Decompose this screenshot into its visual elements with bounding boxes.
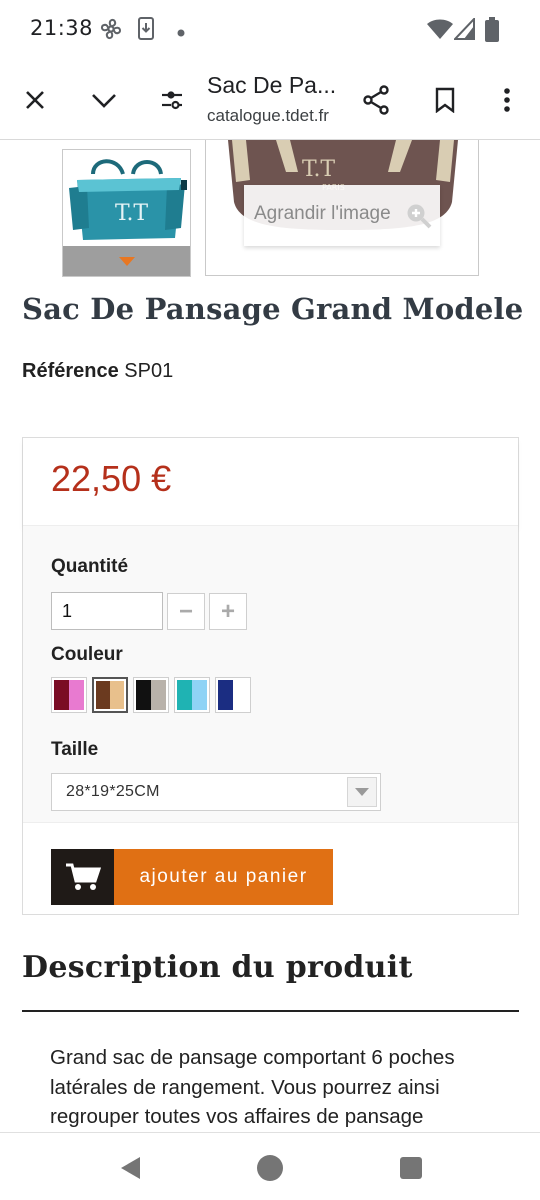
home-circle-icon: [257, 1155, 283, 1181]
reference-label: Référence: [22, 360, 119, 382]
add-to-cart-button[interactable]: ajouter au panier: [51, 849, 333, 905]
battery-icon: [484, 17, 500, 48]
minus-icon: −: [178, 597, 193, 625]
recents-button[interactable]: [396, 1153, 426, 1183]
share-icon: [363, 85, 389, 115]
size-label: Taille: [51, 739, 99, 760]
quantity-decrease-button[interactable]: −: [167, 593, 205, 630]
bookmark-icon: [435, 87, 455, 113]
swatch-color-left: [177, 680, 192, 710]
reference-value: SP01: [124, 360, 174, 382]
minimize-button[interactable]: [84, 80, 124, 120]
swatch-color-left: [218, 680, 233, 710]
plus-icon: +: [220, 597, 235, 625]
swatch-color-left: [54, 680, 69, 710]
color-swatch[interactable]: [51, 677, 87, 713]
description-title: Description du produit: [22, 950, 413, 985]
download-icon: [136, 16, 156, 47]
thumbnail-bag-image: T.T: [63, 150, 190, 248]
page-url: catalogue.tdet.fr: [207, 106, 329, 125]
quantity-increase-button[interactable]: +: [209, 593, 247, 630]
color-swatch[interactable]: [133, 677, 169, 713]
color-swatch[interactable]: [92, 677, 128, 713]
product-title: Sac De Pansage Grand Modele: [22, 292, 524, 326]
chevron-down-icon: [355, 788, 369, 796]
zoom-label: Agrandir l'image: [254, 203, 391, 224]
browser-toolbar: Sac De Pa... catalogue.tdet.fr: [0, 60, 540, 140]
zoom-image-button[interactable]: Agrandir l'image: [244, 185, 440, 246]
home-button[interactable]: [255, 1153, 285, 1183]
status-bar: 21:38: [0, 0, 540, 60]
close-icon: [26, 91, 44, 109]
shopping-cart-icon: [65, 863, 101, 890]
zoom-in-icon: [406, 203, 432, 234]
wifi-icon: [426, 18, 454, 45]
description-text: Grand sac de pansage comportant 6 poches…: [50, 1046, 455, 1128]
recents-square-icon: [400, 1157, 422, 1179]
select-dropdown-button[interactable]: [347, 777, 377, 807]
swatch-color-right: [192, 680, 207, 710]
quantity-input[interactable]: 1: [51, 592, 163, 630]
color-swatch[interactable]: [215, 677, 251, 713]
more-vert-icon: [504, 88, 510, 112]
fan-icon: [98, 16, 124, 47]
signal-icon: [452, 16, 476, 45]
swatch-color-right: [233, 680, 248, 710]
svg-text:T.T: T.T: [302, 157, 335, 182]
color-label: Couleur: [51, 644, 123, 665]
product-price: 22,50 €: [51, 458, 172, 499]
close-tab-button[interactable]: [15, 80, 55, 120]
size-select-value: 28*19*25CM: [66, 783, 160, 800]
description-divider: [22, 1010, 519, 1012]
swatch-color-right: [69, 680, 84, 710]
page-title: Sac De Pa...: [207, 72, 337, 98]
size-select[interactable]: 28*19*25CM: [51, 773, 381, 811]
swatch-color-right: [110, 681, 124, 709]
price-area: 22,50 €: [23, 438, 518, 526]
site-settings-button[interactable]: [152, 80, 192, 120]
svg-text:T.T: T.T: [115, 201, 148, 226]
share-button[interactable]: [356, 80, 396, 120]
cart-area: ajouter au panier: [23, 822, 518, 914]
notification-dot-icon: [176, 25, 186, 43]
chevron-down-icon: [92, 94, 116, 108]
status-time: 21:38: [30, 16, 94, 40]
quantity-label: Quantité: [51, 556, 129, 577]
swatch-color-left: [136, 680, 151, 710]
swatch-color-right: [151, 680, 166, 710]
reference-row: Référence SP01: [22, 360, 173, 383]
back-button[interactable]: [115, 1153, 145, 1183]
color-swatch[interactable]: [174, 677, 210, 713]
back-triangle-icon: [121, 1157, 140, 1179]
more-options-button[interactable]: [487, 80, 527, 120]
bookmark-button[interactable]: [425, 80, 465, 120]
swatch-color-left: [96, 681, 110, 709]
tune-icon: [162, 91, 182, 110]
system-nav-bar: [0, 1132, 540, 1200]
cart-icon-box: [51, 849, 114, 905]
add-to-cart-label: ajouter au panier: [114, 849, 333, 905]
thumbnail-down-arrow-icon: [119, 257, 135, 266]
purchase-panel: 22,50 € Quantité 1 − + Couleur Taille 28…: [22, 437, 519, 915]
product-thumbnail[interactable]: T.T: [62, 149, 191, 277]
